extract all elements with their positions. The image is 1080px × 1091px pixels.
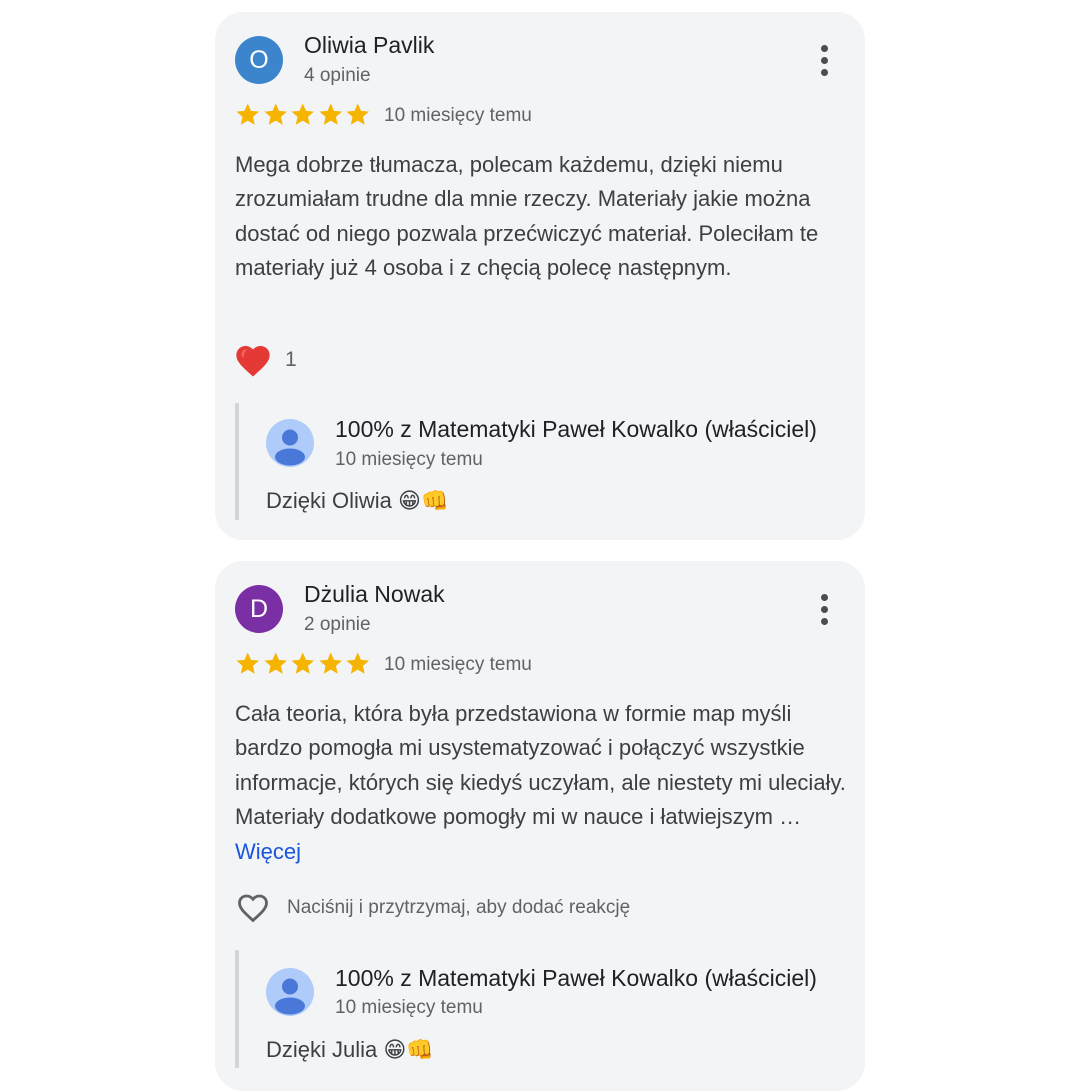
- review-text-body: Cała teoria, która była przedstawiona w …: [235, 701, 846, 830]
- star-icon: [346, 652, 369, 674]
- author-name[interactable]: Dżulia Nowak: [304, 581, 445, 608]
- more-options-icon[interactable]: [810, 591, 838, 627]
- author-name[interactable]: Oliwia Pavlik: [304, 32, 434, 59]
- reaction-hint: Naciśnij i przytrzymaj, aby dodać reakcj…: [287, 897, 631, 918]
- owner-reply-text: Dzięki Oliwia 😁👊: [266, 488, 449, 513]
- star-rating: [234, 101, 372, 129]
- reaction-count: 1: [285, 348, 297, 371]
- owner-avatar-icon[interactable]: [266, 419, 314, 467]
- owner-reply-divider: [235, 403, 239, 520]
- owner-name: 100% z Matematyki Paweł Kowalko (właścic…: [335, 965, 817, 991]
- star-icon: [236, 103, 259, 125]
- owner-reply-time: 10 miesięcy temu: [335, 449, 483, 470]
- more-options-icon[interactable]: [810, 42, 838, 78]
- star-icon: [264, 103, 287, 125]
- author-avatar[interactable]: D: [235, 585, 283, 633]
- heart-filled-icon[interactable]: [232, 341, 274, 381]
- heart-outline-icon[interactable]: [234, 890, 272, 926]
- avatar-letter: O: [249, 45, 269, 74]
- avatar-letter: D: [249, 594, 269, 623]
- owner-reply-divider: [235, 950, 239, 1068]
- review-time: 10 miesięcy temu: [384, 105, 532, 126]
- star-icon: [291, 652, 314, 674]
- review-text: Cała teoria, która była przedstawiona w …: [235, 697, 850, 869]
- owner-reply-text: Dzięki Julia 😁👊: [266, 1037, 434, 1062]
- author-review-count: 4 opinie: [304, 65, 371, 86]
- review-card: O Oliwia Pavlik 4 opinie 10 miesięcy tem…: [215, 12, 865, 540]
- star-icon: [319, 652, 342, 674]
- owner-name: 100% z Matematyki Paweł Kowalko (właścic…: [335, 416, 817, 442]
- star-icon: [319, 103, 342, 125]
- author-review-count: 2 opinie: [304, 614, 371, 635]
- review-card: D Dżulia Nowak 2 opinie 10 miesięcy temu…: [215, 561, 865, 1091]
- author-avatar[interactable]: O: [235, 36, 283, 84]
- more-link[interactable]: Więcej: [235, 839, 301, 864]
- star-icon: [346, 103, 369, 125]
- star-icon: [291, 103, 314, 125]
- review-time: 10 miesięcy temu: [384, 654, 532, 675]
- owner-reply-time: 10 miesięcy temu: [335, 997, 483, 1018]
- star-icon: [264, 652, 287, 674]
- owner-avatar-icon[interactable]: [266, 968, 314, 1016]
- star-rating: [234, 650, 372, 678]
- review-text: Mega dobrze tłumacza, polecam każdemu, d…: [235, 152, 819, 281]
- star-icon: [236, 652, 259, 674]
